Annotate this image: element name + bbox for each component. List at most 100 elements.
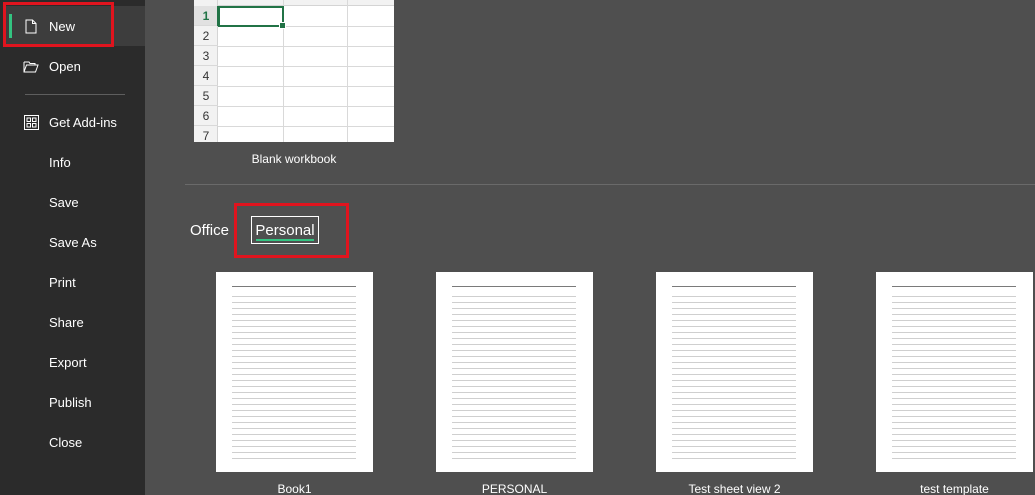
- template-text-line: [892, 410, 1016, 411]
- template-text-line: [672, 386, 796, 387]
- sidebar-item-get-addins[interactable]: Get Add-ins: [5, 102, 145, 142]
- template-text-line: [232, 404, 356, 405]
- blank-workbook-label: Blank workbook: [251, 152, 337, 166]
- template-label: PERSONAL: [481, 482, 548, 495]
- template-text-line: [672, 458, 796, 459]
- template-text-line: [672, 452, 796, 453]
- sidebar-item-label: Export: [49, 354, 87, 370]
- sidebar-item-open[interactable]: Open: [5, 46, 145, 86]
- template-text-line: [452, 434, 576, 435]
- template-text-line: [892, 338, 1016, 339]
- template-text-line: [892, 286, 1016, 287]
- template-text-line: [892, 314, 1016, 315]
- template-text-line: [672, 308, 796, 309]
- row-number: 7: [194, 126, 218, 142]
- backstage-sidebar: New Open Get Add-ins Info Save Save As P…: [0, 0, 145, 495]
- template-text-line: [892, 302, 1016, 303]
- template-text-line: [892, 440, 1016, 441]
- template-text-line: [232, 362, 356, 363]
- sidebar-item-new[interactable]: New: [5, 6, 145, 46]
- sidebar-item-share[interactable]: Share: [5, 302, 145, 342]
- sidebar-item-print[interactable]: Print: [5, 262, 145, 302]
- template-text-line: [892, 374, 1016, 375]
- template-text-line: [452, 404, 576, 405]
- template-thumbnail-book1[interactable]: [216, 272, 373, 472]
- folder-open-icon: [23, 58, 39, 74]
- template-text-line: [672, 314, 796, 315]
- sidebar-item-info[interactable]: Info: [5, 142, 145, 182]
- sidebar-item-label: Print: [49, 274, 76, 290]
- grid-line: [218, 126, 394, 127]
- row-number: 4: [194, 66, 218, 86]
- sidebar-item-publish[interactable]: Publish: [5, 382, 145, 422]
- grid-line: [218, 86, 394, 87]
- template-text-line: [452, 286, 576, 287]
- template-text-line: [892, 398, 1016, 399]
- template-text-line: [452, 320, 576, 321]
- tab-office[interactable]: Office: [190, 222, 229, 239]
- template-text-line: [672, 332, 796, 333]
- template-text-line: [232, 368, 356, 369]
- template-text-line: [232, 350, 356, 351]
- template-text-line: [232, 428, 356, 429]
- template-text-line: [672, 338, 796, 339]
- template-text-line: [232, 286, 356, 287]
- template-text-line: [232, 314, 356, 315]
- template-text-line: [452, 308, 576, 309]
- template-text-line: [232, 434, 356, 435]
- template-text-line: [892, 428, 1016, 429]
- template-text-line: [232, 410, 356, 411]
- template-text-line: [672, 392, 796, 393]
- sidebar-item-save-as[interactable]: Save As: [5, 222, 145, 262]
- row-number-column: 1 2 3 4 5 6 7: [194, 0, 219, 142]
- template-text-line: [672, 422, 796, 423]
- sidebar-item-label: New: [49, 18, 76, 34]
- template-text-line: [232, 440, 356, 441]
- template-thumbnail-personal[interactable]: [436, 272, 593, 472]
- sidebar-item-label: Save As: [49, 234, 97, 250]
- grid-line: [218, 106, 394, 107]
- template-thumbnail-test-template[interactable]: [876, 272, 1033, 472]
- template-text-line: [892, 320, 1016, 321]
- template-text-line: [232, 326, 356, 327]
- template-text-line: [452, 368, 576, 369]
- template-label: test template: [920, 482, 989, 495]
- template-text-line: [452, 344, 576, 345]
- template-text-line: [892, 404, 1016, 405]
- template-text-line: [232, 320, 356, 321]
- template-text-line: [452, 386, 576, 387]
- template-text-line: [232, 344, 356, 345]
- tab-personal[interactable]: Personal: [251, 216, 319, 244]
- selected-cell: [218, 6, 286, 29]
- row-number: 5: [194, 86, 218, 106]
- template-text-line: [232, 446, 356, 447]
- template-text-line: [672, 428, 796, 429]
- backstage-view: New Open Get Add-ins Info Save Save As P…: [0, 0, 1035, 495]
- template-text-line: [892, 386, 1016, 387]
- blank-workbook-thumbnail[interactable]: 1 2 3 4 5 6 7: [194, 0, 394, 142]
- template-text-line: [672, 296, 796, 297]
- sidebar-item-label: Publish: [49, 394, 92, 410]
- sidebar-item-save[interactable]: Save: [5, 182, 145, 222]
- template-text-line: [672, 344, 796, 345]
- row-number: 6: [194, 106, 218, 126]
- template-text-line: [892, 308, 1016, 309]
- grid-line: [218, 66, 394, 67]
- template-text-line: [892, 446, 1016, 447]
- template-text-line: [672, 398, 796, 399]
- template-text-line: [452, 338, 576, 339]
- sidebar-item-close[interactable]: Close: [5, 422, 145, 462]
- sidebar-item-label: Open: [49, 58, 81, 74]
- sidebar-divider: [25, 94, 125, 95]
- template-text-line: [672, 286, 796, 287]
- template-text-line: [672, 410, 796, 411]
- template-text-line: [672, 446, 796, 447]
- template-thumbnail-test-sheet-view-2[interactable]: [656, 272, 813, 472]
- template-text-line: [672, 416, 796, 417]
- template-text-line: [452, 452, 576, 453]
- row-number: 3: [194, 46, 218, 66]
- sidebar-item-export[interactable]: Export: [5, 342, 145, 382]
- template-text-line: [452, 302, 576, 303]
- template-text-line: [672, 356, 796, 357]
- template-text-line: [892, 392, 1016, 393]
